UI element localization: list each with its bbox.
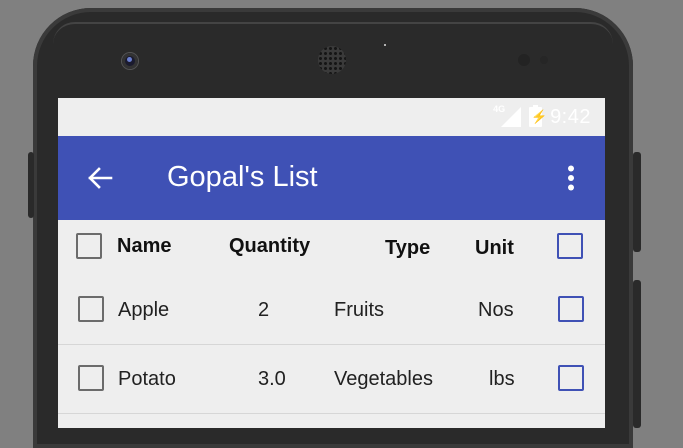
header-select-checkbox[interactable] bbox=[557, 233, 583, 259]
phone-edge bbox=[53, 22, 613, 44]
item-name: Potato bbox=[118, 368, 176, 390]
front-camera-icon bbox=[122, 53, 138, 69]
status-icons: 4G ⚡ 9:42 bbox=[493, 104, 591, 130]
item-name: Apple bbox=[118, 299, 170, 321]
speaker-grille-icon bbox=[318, 46, 346, 74]
column-header-type: Type bbox=[385, 237, 431, 259]
row-select-checkbox[interactable] bbox=[558, 296, 584, 322]
app-bar: Gopal's List bbox=[58, 136, 605, 220]
more-vert-icon bbox=[568, 165, 574, 191]
sensor-dot bbox=[384, 44, 386, 46]
item-type: Vegetables bbox=[334, 368, 433, 390]
app-screen: 4G ⚡ 9:42 Gopal's List Name Quantity Typ… bbox=[58, 98, 605, 428]
page-title: Gopal's List bbox=[167, 161, 318, 193]
row-checkbox[interactable] bbox=[78, 296, 104, 322]
item-quantity: 3.0 bbox=[258, 368, 286, 390]
battery-charging-icon: ⚡ bbox=[529, 105, 547, 127]
item-unit: Nos bbox=[478, 299, 514, 321]
table-header: Name Quantity Type Unit bbox=[58, 220, 605, 276]
row-checkbox[interactable] bbox=[78, 365, 104, 391]
column-header-quantity: Quantity bbox=[229, 235, 311, 257]
item-type: Fruits bbox=[334, 299, 384, 321]
table-row[interactable]: Apple 2 Fruits Nos bbox=[58, 276, 605, 345]
item-quantity: 2 bbox=[258, 299, 270, 321]
select-all-checkbox[interactable] bbox=[76, 233, 102, 259]
status-clock: 9:42 bbox=[550, 105, 591, 128]
table-row[interactable]: Potato 3.0 Vegetables lbs bbox=[58, 345, 605, 414]
item-unit: lbs bbox=[489, 368, 515, 390]
status-bar: 4G ⚡ 9:42 bbox=[58, 98, 605, 136]
column-header-unit: Unit bbox=[475, 237, 514, 259]
overflow-menu-button[interactable] bbox=[557, 160, 585, 196]
phone-power-button bbox=[633, 280, 641, 428]
proximity-sensor-icon bbox=[518, 54, 530, 66]
phone-volume-button bbox=[633, 152, 641, 252]
column-header-name: Name bbox=[117, 235, 172, 257]
arrow-left-icon bbox=[88, 167, 113, 189]
light-sensor-icon bbox=[540, 56, 548, 64]
back-button[interactable] bbox=[82, 160, 118, 196]
phone-side-button bbox=[28, 152, 34, 218]
row-select-checkbox[interactable] bbox=[558, 365, 584, 391]
signal-icon: 4G bbox=[493, 104, 522, 129]
